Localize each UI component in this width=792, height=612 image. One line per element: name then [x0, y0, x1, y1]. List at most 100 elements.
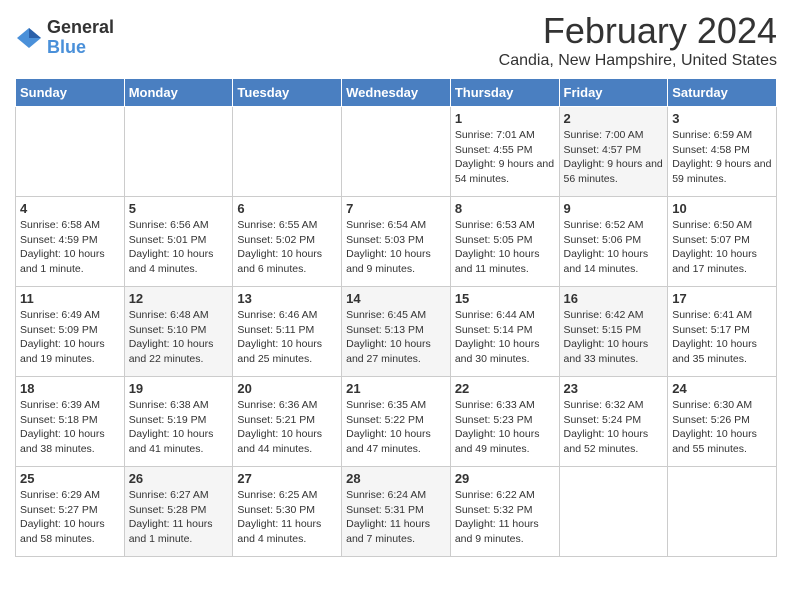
logo-text: General Blue: [47, 18, 114, 58]
day-number: 13: [237, 291, 337, 306]
day-number: 7: [346, 201, 446, 216]
day-cell: 22 Sunrise: 6:33 AMSunset: 5:23 PMDayligh…: [450, 377, 559, 467]
day-info: Sunrise: 7:00 AMSunset: 4:57 PMDaylight:…: [564, 128, 664, 187]
day-info: Sunrise: 6:39 AMSunset: 5:18 PMDaylight:…: [20, 398, 120, 457]
day-cell: [668, 467, 777, 557]
day-number: 5: [129, 201, 229, 216]
day-cell: 16Sunrise: 6:42 AMSunset: 5:15 PMDayligh…: [559, 287, 668, 377]
day-info: Sunrise: 6:24 AMSunset: 5:31 PMDaylight:…: [346, 488, 446, 547]
day-cell: 25Sunrise: 6:29 AMSunset: 5:27 PMDayligh…: [16, 467, 125, 557]
day-info: Sunrise: 6:36 AMSunset: 5:21 PMDaylight:…: [237, 398, 337, 457]
day-cell: 9 Sunrise: 6:52 AMSunset: 5:06 PMDaylight…: [559, 197, 668, 287]
day-number: 11: [20, 291, 120, 306]
day-cell: 14Sunrise: 6:45 AMSunset: 5:13 PMDayligh…: [342, 287, 451, 377]
day-info: Sunrise: 6:44 AMSunset: 5:14 PMDaylight:…: [455, 308, 555, 367]
day-cell: 15 Sunrise: 6:44 AMSunset: 5:14 PMDayligh…: [450, 287, 559, 377]
day-cell: 29Sunrise: 6:22 AMSunset: 5:32 PMDayligh…: [450, 467, 559, 557]
day-number: 29: [455, 471, 555, 486]
day-number: 26: [129, 471, 229, 486]
day-info: Sunrise: 6:41 AMSunset: 5:17 PMDaylight:…: [672, 308, 772, 367]
day-cell: 26 Sunrise: 6:27 AMSunset: 5:28 PMDayligh…: [124, 467, 233, 557]
day-cell: 1 Sunrise: 7:01 AMSunset: 4:55 PMDaylight…: [450, 107, 559, 197]
week-row-3: 11 Sunrise: 6:49 AMSunset: 5:09 PMDayligh…: [16, 287, 777, 377]
day-cell: 18Sunrise: 6:39 AMSunset: 5:18 PMDayligh…: [16, 377, 125, 467]
header-thursday: Thursday: [450, 79, 559, 107]
day-number: 2: [564, 111, 664, 126]
day-number: 14: [346, 291, 446, 306]
header-tuesday: Tuesday: [233, 79, 342, 107]
day-info: Sunrise: 7:01 AMSunset: 4:55 PMDaylight:…: [455, 128, 555, 187]
day-cell: [16, 107, 125, 197]
day-number: 4: [20, 201, 120, 216]
day-info: Sunrise: 6:30 AMSunset: 5:26 PMDaylight:…: [672, 398, 772, 457]
day-info: Sunrise: 6:59 AMSunset: 4:58 PMDaylight:…: [672, 128, 772, 187]
day-number: 28: [346, 471, 446, 486]
day-cell: 10 Sunrise: 6:50 AMSunset: 5:07 PMDayligh…: [668, 197, 777, 287]
day-number: 16: [564, 291, 664, 306]
day-cell: 13 Sunrise: 6:46 AMSunset: 5:11 PMDayligh…: [233, 287, 342, 377]
day-cell: [124, 107, 233, 197]
day-cell: 12 Sunrise: 6:48 AMSunset: 5:10 PMDayligh…: [124, 287, 233, 377]
header-friday: Friday: [559, 79, 668, 107]
month-title: February 2024: [499, 10, 777, 52]
header-monday: Monday: [124, 79, 233, 107]
day-number: 6: [237, 201, 337, 216]
day-number: 24: [672, 381, 772, 396]
day-number: 17: [672, 291, 772, 306]
day-number: 15: [455, 291, 555, 306]
logo: General Blue: [15, 18, 114, 58]
title-block: February 2024 Candia, New Hampshire, Uni…: [499, 10, 777, 70]
logo-blue: Blue: [47, 38, 114, 58]
day-cell: 28 Sunrise: 6:24 AMSunset: 5:31 PMDayligh…: [342, 467, 451, 557]
day-info: Sunrise: 6:55 AMSunset: 5:02 PMDaylight:…: [237, 218, 337, 277]
day-cell: 5Sunrise: 6:56 AMSunset: 5:01 PMDaylight…: [124, 197, 233, 287]
day-cell: [559, 467, 668, 557]
day-info: Sunrise: 6:27 AMSunset: 5:28 PMDaylight:…: [129, 488, 229, 547]
day-info: Sunrise: 6:50 AMSunset: 5:07 PMDaylight:…: [672, 218, 772, 277]
day-cell: 4 Sunrise: 6:58 AMSunset: 4:59 PMDaylight…: [16, 197, 125, 287]
day-cell: 7 Sunrise: 6:54 AMSunset: 5:03 PMDaylight…: [342, 197, 451, 287]
day-cell: 24 Sunrise: 6:30 AMSunset: 5:26 PMDayligh…: [668, 377, 777, 467]
day-info: Sunrise: 6:38 AMSunset: 5:19 PMDaylight:…: [129, 398, 229, 457]
day-number: 12: [129, 291, 229, 306]
day-number: 21: [346, 381, 446, 396]
day-number: 27: [237, 471, 337, 486]
day-cell: [342, 107, 451, 197]
header-wednesday: Wednesday: [342, 79, 451, 107]
day-cell: 19Sunrise: 6:38 AMSunset: 5:19 PMDayligh…: [124, 377, 233, 467]
day-cell: 6 Sunrise: 6:55 AMSunset: 5:02 PMDaylight…: [233, 197, 342, 287]
day-cell: 11 Sunrise: 6:49 AMSunset: 5:09 PMDayligh…: [16, 287, 125, 377]
day-cell: 21 Sunrise: 6:35 AMSunset: 5:22 PMDayligh…: [342, 377, 451, 467]
page-header: General Blue February 2024 Candia, New H…: [15, 10, 777, 70]
day-cell: [233, 107, 342, 197]
day-cell: 8Sunrise: 6:53 AMSunset: 5:05 PMDaylight…: [450, 197, 559, 287]
location-title: Candia, New Hampshire, United States: [499, 52, 777, 70]
day-info: Sunrise: 6:48 AMSunset: 5:10 PMDaylight:…: [129, 308, 229, 367]
day-number: 10: [672, 201, 772, 216]
day-info: Sunrise: 6:49 AMSunset: 5:09 PMDaylight:…: [20, 308, 120, 367]
calendar-table: SundayMondayTuesdayWednesdayThursdayFrid…: [15, 78, 777, 557]
day-info: Sunrise: 6:33 AMSunset: 5:23 PMDaylight:…: [455, 398, 555, 457]
day-info: Sunrise: 6:46 AMSunset: 5:11 PMDaylight:…: [237, 308, 337, 367]
header-saturday: Saturday: [668, 79, 777, 107]
week-row-4: 18Sunrise: 6:39 AMSunset: 5:18 PMDayligh…: [16, 377, 777, 467]
day-info: Sunrise: 6:35 AMSunset: 5:22 PMDaylight:…: [346, 398, 446, 457]
header-row: SundayMondayTuesdayWednesdayThursdayFrid…: [16, 79, 777, 107]
day-number: 23: [564, 381, 664, 396]
day-info: Sunrise: 6:52 AMSunset: 5:06 PMDaylight:…: [564, 218, 664, 277]
day-number: 1: [455, 111, 555, 126]
day-info: Sunrise: 6:54 AMSunset: 5:03 PMDaylight:…: [346, 218, 446, 277]
day-cell: 3 Sunrise: 6:59 AMSunset: 4:58 PMDaylight…: [668, 107, 777, 197]
day-cell: 17 Sunrise: 6:41 AMSunset: 5:17 PMDayligh…: [668, 287, 777, 377]
day-number: 22: [455, 381, 555, 396]
week-row-1: 1 Sunrise: 7:01 AMSunset: 4:55 PMDaylight…: [16, 107, 777, 197]
logo-icon: [15, 24, 43, 52]
day-info: Sunrise: 6:29 AMSunset: 5:27 PMDaylight:…: [20, 488, 120, 547]
logo-general: General: [47, 18, 114, 38]
day-cell: 20Sunrise: 6:36 AMSunset: 5:21 PMDayligh…: [233, 377, 342, 467]
day-number: 3: [672, 111, 772, 126]
day-info: Sunrise: 6:58 AMSunset: 4:59 PMDaylight:…: [20, 218, 120, 277]
day-cell: 2 Sunrise: 7:00 AMSunset: 4:57 PMDaylight…: [559, 107, 668, 197]
day-number: 9: [564, 201, 664, 216]
day-cell: 23Sunrise: 6:32 AMSunset: 5:24 PMDayligh…: [559, 377, 668, 467]
